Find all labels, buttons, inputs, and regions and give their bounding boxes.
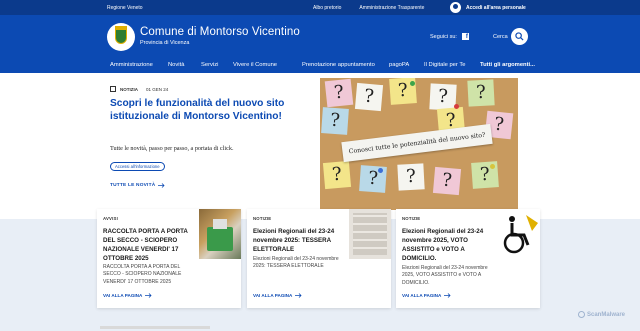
watermark: ScanMalware [578,311,625,318]
hero-description: Tutte le novità, passo per passo, a port… [110,145,234,152]
card-category: NOTIZIE [402,216,421,221]
card-thumbnail [199,209,241,259]
calendar-icon [110,86,116,92]
nav-vivere-il-comune[interactable]: Vivere il Comune [233,62,277,68]
sticky-note: ? [354,82,384,112]
hero-tag: NOTIZIA [120,86,138,92]
search-icon [515,32,524,41]
watermark-logo-icon [578,311,585,318]
card-link-label: VAI ALLA PAGINA [103,293,143,298]
hero-chip[interactable]: Accessi all'informazione [110,162,165,171]
pin-icon [410,81,415,86]
news-card: NOTIZIE Elezioni Regionali del 23-24 nov… [396,209,540,308]
nav-pagopa[interactable]: pagoPA [389,62,409,68]
social-label: Seguici su: [430,33,457,40]
nav-prenotazione[interactable]: Prenotazione appuntamento [302,62,375,68]
shield-icon [115,29,127,44]
card-category: AVVISI [103,216,118,221]
sticky-note: ? [322,160,352,190]
pin-icon [454,104,459,109]
nav-servizi[interactable]: Servizi [201,62,218,68]
card-category: NOTIZIE [253,216,272,221]
site-subtitle: Provincia di Vicenza [140,40,190,46]
sticky-note: ? [432,166,462,196]
sticky-note: ? [321,107,349,135]
card-link[interactable]: VAI ALLA PAGINA [103,293,152,298]
login-label: Accedi all'area personale [466,4,526,11]
card-thumbnail [349,209,391,259]
news-card: AVVISI RACCOLTA PORTA A PORTA DEL SECCO … [97,209,241,308]
card-link-label: VAI ALLA PAGINA [253,293,293,298]
search-button[interactable] [511,28,528,45]
news-card: NOTIZIE Elezioni Regionali del 23-24 nov… [247,209,391,308]
pin-icon [378,168,383,173]
user-icon [450,2,461,13]
all-news-label: TUTTE LE NOVITÀ [110,183,156,188]
card-link[interactable]: VAI ALLA PAGINA [402,293,451,298]
hero-image: ? ? ? ? ? ? ? ? ? ? ? ? ? Conosci tutte … [320,78,518,210]
arrow-right-icon [158,183,165,188]
pin-icon [490,164,495,169]
card-thumbnail [498,209,540,259]
card-description: Elezioni Regionali del 23-24 novembre 20… [253,256,339,270]
site-title[interactable]: Comune di Montorso Vicentino [140,26,300,38]
wheelchair-icon [503,215,538,254]
card-link[interactable]: VAI ALLA PAGINA [253,293,302,298]
card-description: Elezioni Regionali del 23-24 novembre 20… [402,265,488,286]
card-title[interactable]: RACCOLTA PORTA A PORTA DEL SECCO - SCIOP… [103,227,195,263]
sticky-note: ? [397,163,425,191]
section-title-placeholder [100,326,210,329]
hero-image-banner: Conosci tutte le potenzialità del nuovo … [341,123,493,163]
card-title[interactable]: Elezioni Regionali del 23-24 novembre 20… [253,227,345,254]
watermark-text: ScanMalware [587,311,626,318]
arrow-right-icon [295,293,302,298]
login-button[interactable]: Accedi all'area personale [450,1,526,14]
search-label: Cerca [493,34,508,40]
nav-digitale[interactable]: Il Digitale per Te [424,62,465,68]
card-link-label: VAI ALLA PAGINA [402,293,442,298]
arrow-right-icon [145,293,152,298]
all-news-link[interactable]: TUTTE LE NOVITÀ [110,183,165,188]
region-link[interactable]: Regione Veneto [107,5,143,11]
nav-amministrazione[interactable]: Amministrazione [110,62,153,68]
sticky-note: ? [324,78,354,108]
slim-header: Regione Veneto Albo pretorio Amministraz… [0,0,640,15]
hero-meta: NOTIZIA 01 GEN 24 [110,86,168,92]
nav-all-topics[interactable]: Tutti gli argomenti... [480,62,535,68]
arrow-right-icon [444,293,451,298]
coat-of-arms-logo[interactable] [107,23,135,51]
hero-title[interactable]: Scopri le funzionalità del nuovo sito is… [110,97,290,124]
facebook-icon[interactable]: f [461,33,469,40]
social-section: Seguici su: f [430,33,469,40]
amministrazione-trasparente-link[interactable]: Amministrazione Trasparente [359,5,424,11]
card-title[interactable]: Elezioni Regionali del 23-24 novembre 20… [402,227,494,263]
card-description: RACCOLTA PORTA A PORTA DEL SECCO - SCIOP… [103,264,182,285]
sticky-note: ? [467,79,495,107]
center-header: Comune di Montorso Vicentino Provincia d… [0,15,640,60]
slim-links: Albo pretorio Amministrazione Trasparent… [313,5,424,11]
main-nav: Amministrazione Novità Servizi Vivere il… [0,60,640,73]
albo-pretorio-link[interactable]: Albo pretorio [313,5,341,11]
sticky-note: ? [429,83,457,111]
nav-novita[interactable]: Novità [168,62,184,68]
hero-date: 01 GEN 24 [146,86,169,92]
